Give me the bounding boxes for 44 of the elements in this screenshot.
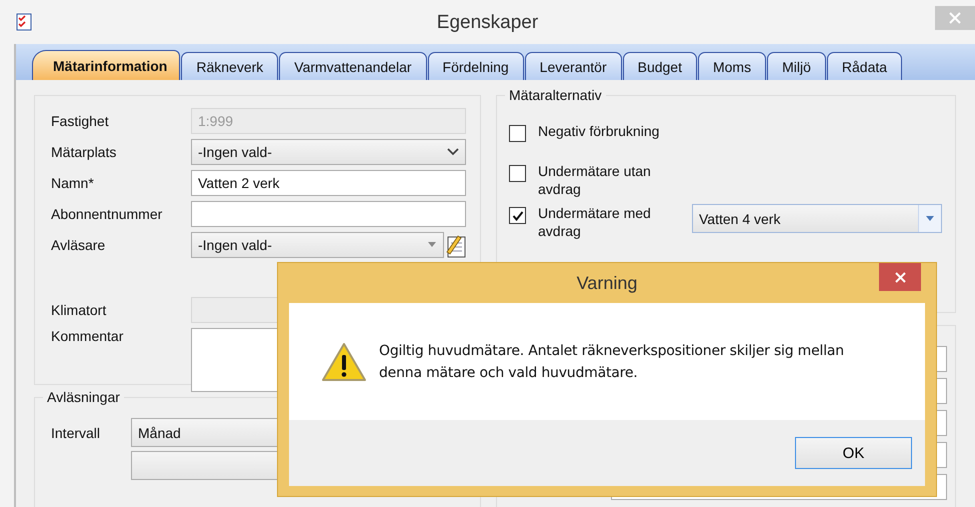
dialog-title: Varning bbox=[576, 272, 638, 294]
field-label: Namn* bbox=[51, 175, 95, 191]
field-label: Mätarplats bbox=[51, 144, 118, 160]
warning-message: Ogiltig huvudmätare. Antalet räkneverkspositioner skiljer sig mellan denna mätare och vald huvudmätare. bbox=[379, 342, 845, 382]
checkbox[interactable] bbox=[509, 165, 526, 182]
text-field[interactable]: Vatten 2 verk bbox=[191, 170, 466, 196]
warning-icon bbox=[321, 342, 367, 382]
readonly-field: 1:999 bbox=[191, 108, 466, 134]
window-title: Egenskaper bbox=[436, 12, 540, 34]
checkbox-label: Undermätare utan avdrag bbox=[538, 162, 652, 198]
checkbox-label: Negativ förbrukning bbox=[538, 122, 660, 140]
group-title: Mätaralternativ bbox=[505, 87, 606, 103]
tab[interactable]: Moms bbox=[698, 52, 766, 80]
tab[interactable]: Räkneverk bbox=[181, 52, 278, 80]
close-icon bbox=[949, 12, 961, 24]
tab[interactable]: Miljö bbox=[767, 52, 826, 80]
caret-icon bbox=[427, 242, 437, 248]
checkbox-label: Undermätare med avdrag bbox=[538, 204, 652, 240]
checkbox[interactable] bbox=[509, 207, 526, 224]
dropdown[interactable]: -Ingen vald- bbox=[191, 139, 466, 165]
text-field[interactable] bbox=[191, 201, 466, 227]
field-label: Intervall bbox=[51, 424, 102, 440]
field-label: Fastighet bbox=[51, 113, 110, 129]
caret-icon bbox=[925, 216, 935, 222]
tab[interactable]: Leverantör bbox=[524, 52, 622, 80]
tab[interactable]: Fördelning bbox=[428, 52, 524, 80]
checkbox[interactable] bbox=[509, 125, 526, 142]
dropdown[interactable]: Vatten 4 verk bbox=[692, 204, 942, 233]
group-title: Avläsningar bbox=[43, 389, 124, 405]
close-icon bbox=[894, 272, 906, 282]
notepad-icon[interactable] bbox=[445, 234, 467, 258]
checklist-icon bbox=[16, 13, 32, 31]
tab[interactable]: Varmvattenandelar bbox=[279, 52, 427, 80]
field-label: Abonnentnummer bbox=[51, 206, 164, 222]
chevron-down-icon bbox=[447, 148, 459, 156]
field-label: Avläsare bbox=[51, 237, 106, 253]
ok-button[interactable]: OK bbox=[795, 437, 912, 469]
field-label: Kommentar bbox=[51, 328, 124, 344]
close-button[interactable] bbox=[879, 263, 921, 291]
field-label: Klimatort bbox=[51, 302, 108, 318]
dropdown[interactable]: -Ingen vald- bbox=[191, 232, 444, 258]
tab[interactable]: Mätarinformation bbox=[32, 50, 180, 80]
tab[interactable]: Rådata bbox=[826, 52, 902, 80]
tab[interactable]: Budget bbox=[622, 52, 697, 80]
